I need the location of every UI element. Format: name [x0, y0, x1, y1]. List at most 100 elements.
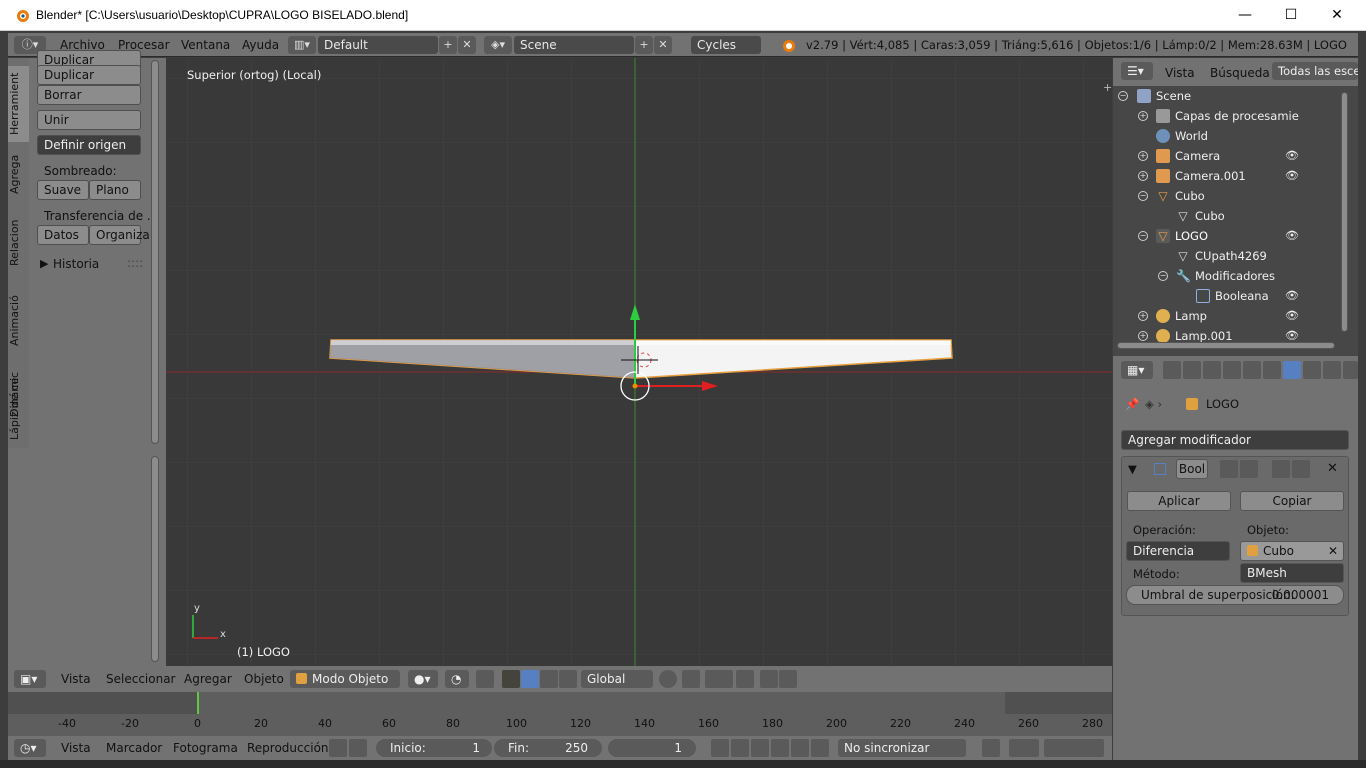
visibility-eye-icon[interactable]: 👁: [1285, 149, 1299, 162]
outliner-row[interactable]: − 🔧 Modificadores: [1113, 266, 1343, 286]
world-tab-icon[interactable]: [1223, 361, 1241, 379]
layers-tab-icon[interactable]: [1183, 361, 1201, 379]
collapse-icon[interactable]: −: [1138, 191, 1148, 201]
layer-icon[interactable]: [659, 670, 677, 688]
current-frame-field[interactable]: 1: [608, 739, 696, 757]
close-window-button[interactable]: ✕: [1314, 0, 1360, 31]
operator-panel-scrollbar[interactable]: [151, 456, 159, 662]
outliner-row[interactable]: + Camera.001: [1113, 166, 1343, 186]
sync-mode-select[interactable]: No sincronizar: [838, 739, 966, 757]
viewport-shading-icon[interactable]: ●▾: [408, 670, 438, 688]
render-toggle-icon[interactable]: [1220, 460, 1238, 478]
outliner-menu-busqueda[interactable]: Búsqueda: [1210, 66, 1270, 80]
tab-animacion[interactable]: Animació: [8, 284, 29, 358]
texture-tab-icon[interactable]: [1343, 361, 1358, 379]
minimize-button[interactable]: —: [1222, 0, 1268, 31]
preview-range-icon[interactable]: [329, 739, 347, 757]
collapse-arrow-icon[interactable]: ▼: [1128, 462, 1137, 476]
pivot-point-icon[interactable]: ◔: [445, 670, 469, 688]
move-up-icon[interactable]: [1272, 460, 1290, 478]
visibility-eye-icon[interactable]: 👁: [1285, 329, 1299, 342]
object-tab-icon[interactable]: [1243, 361, 1261, 379]
editor-type-outliner-icon[interactable]: ☰▾: [1121, 62, 1153, 80]
history-expand-icon[interactable]: ▶: [40, 257, 48, 270]
apply-button[interactable]: Aplicar: [1127, 491, 1231, 511]
rotate-manipulator-icon[interactable]: [521, 670, 539, 688]
history-panel-header[interactable]: Historia: [53, 257, 99, 271]
manipulator-toggle-icon[interactable]: [476, 670, 494, 688]
outliner-row[interactable]: − ▽ LOGO: [1113, 226, 1343, 246]
operation-select[interactable]: Diferencia: [1126, 541, 1230, 561]
scale-manipulator-icon[interactable]: [540, 670, 558, 688]
organize-button[interactable]: Organiza: [89, 225, 150, 245]
collapse-icon[interactable]: −: [1138, 231, 1148, 241]
outliner-row[interactable]: ▽ Cubo: [1113, 206, 1343, 226]
duplicate-linked-button[interactable]: Duplicar vinculado: [37, 65, 141, 100]
expand-icon[interactable]: +: [1138, 311, 1148, 321]
snap-target-icon[interactable]: [736, 670, 754, 688]
remove-layout-icon[interactable]: ✕: [458, 36, 476, 54]
scene-tab-icon[interactable]: [1203, 361, 1221, 379]
start-frame-field[interactable]: Inicio: 1: [376, 739, 492, 757]
timeline-area[interactable]: -40 -20 0 20 40 60 80 100 120 140 160 18…: [8, 692, 1112, 736]
menu-ventana[interactable]: Ventana: [181, 38, 230, 52]
keying-set-icon[interactable]: [1009, 739, 1039, 757]
collapse-icon[interactable]: −: [1118, 91, 1128, 101]
render-still-icon[interactable]: [760, 670, 778, 688]
outliner-row[interactable]: + Lamp: [1113, 306, 1343, 326]
overlap-threshold-field[interactable]: Umbral de superposición: 0.000001: [1126, 585, 1344, 605]
data-tab-icon[interactable]: [1303, 361, 1321, 379]
shade-smooth-button[interactable]: Suave: [37, 180, 89, 200]
material-tab-icon[interactable]: [1323, 361, 1341, 379]
expand-icon[interactable]: +: [1138, 171, 1148, 181]
keyframe-type-icon[interactable]: [1044, 739, 1104, 757]
scene-selector-icon[interactable]: ◈▾: [484, 36, 512, 54]
outliner-row[interactable]: Booleana: [1113, 286, 1343, 306]
lock-icon[interactable]: [349, 739, 367, 757]
visibility-eye-icon[interactable]: 👁: [1285, 169, 1299, 182]
move-down-icon[interactable]: [1292, 460, 1310, 478]
translate-manipulator-icon[interactable]: [502, 670, 520, 688]
add-layout-icon[interactable]: +: [439, 36, 457, 54]
shade-flat-button[interactable]: Plano: [89, 180, 141, 200]
timeline-menu-vista[interactable]: Vista: [61, 741, 91, 755]
menu-seleccionar[interactable]: Seleccionar: [106, 672, 175, 686]
render-engine-select[interactable]: Cycles: [691, 36, 761, 54]
outliner-row[interactable]: + Capas de procesamie: [1113, 106, 1343, 126]
object-field[interactable]: Cubo ✕: [1240, 541, 1344, 561]
screen-layout-icon[interactable]: ▥▾: [288, 36, 316, 54]
pin-icon[interactable]: 📌: [1125, 397, 1139, 411]
outliner-row[interactable]: + Camera: [1113, 146, 1343, 166]
editor-type-3d-icon[interactable]: ▣▾: [14, 670, 46, 688]
visibility-eye-icon[interactable]: 👁: [1285, 229, 1299, 242]
set-origin-dropdown[interactable]: Definir origen: [37, 135, 141, 155]
menu-ayuda[interactable]: Ayuda: [242, 38, 279, 52]
outliner-menu-vista[interactable]: Vista: [1165, 66, 1195, 80]
outliner-row[interactable]: ▽ CUpath4269: [1113, 246, 1343, 266]
remove-scene-icon[interactable]: ✕: [654, 36, 672, 54]
outliner-hscrollbar[interactable]: [1117, 342, 1335, 349]
tool-shelf-scrollbar[interactable]: [151, 60, 159, 444]
expand-icon[interactable]: +: [1138, 151, 1148, 161]
jump-start-icon[interactable]: [711, 739, 729, 757]
modifier-name-field[interactable]: Bool: [1176, 459, 1208, 479]
copy-button[interactable]: Copiar: [1240, 491, 1344, 511]
join-button[interactable]: Unir: [37, 110, 141, 130]
delete-button[interactable]: Borrar: [37, 85, 141, 105]
editor-type-properties-icon[interactable]: ▦▾: [1121, 361, 1153, 379]
scene-field[interactable]: Scene: [514, 36, 634, 54]
play-reverse-icon[interactable]: [751, 739, 769, 757]
render-tab-icon[interactable]: [1163, 361, 1181, 379]
jump-end-icon[interactable]: [811, 739, 829, 757]
editor-type-timeline-icon[interactable]: ◷▾: [14, 739, 46, 757]
transform-orientation-select[interactable]: Global: [581, 670, 653, 688]
add-modifier-dropdown[interactable]: Agregar modificador: [1121, 430, 1349, 450]
collapse-icon[interactable]: −: [1158, 271, 1168, 281]
modifiers-tab-icon[interactable]: [1283, 361, 1301, 379]
outliner-row[interactable]: − ▽ Cubo: [1113, 186, 1343, 206]
expand-icon[interactable]: +: [1138, 111, 1148, 121]
render-animation-icon[interactable]: [779, 670, 797, 688]
next-keyframe-icon[interactable]: [791, 739, 809, 757]
timeline-menu-fotograma[interactable]: Fotograma: [173, 741, 238, 755]
add-scene-icon[interactable]: +: [635, 36, 653, 54]
